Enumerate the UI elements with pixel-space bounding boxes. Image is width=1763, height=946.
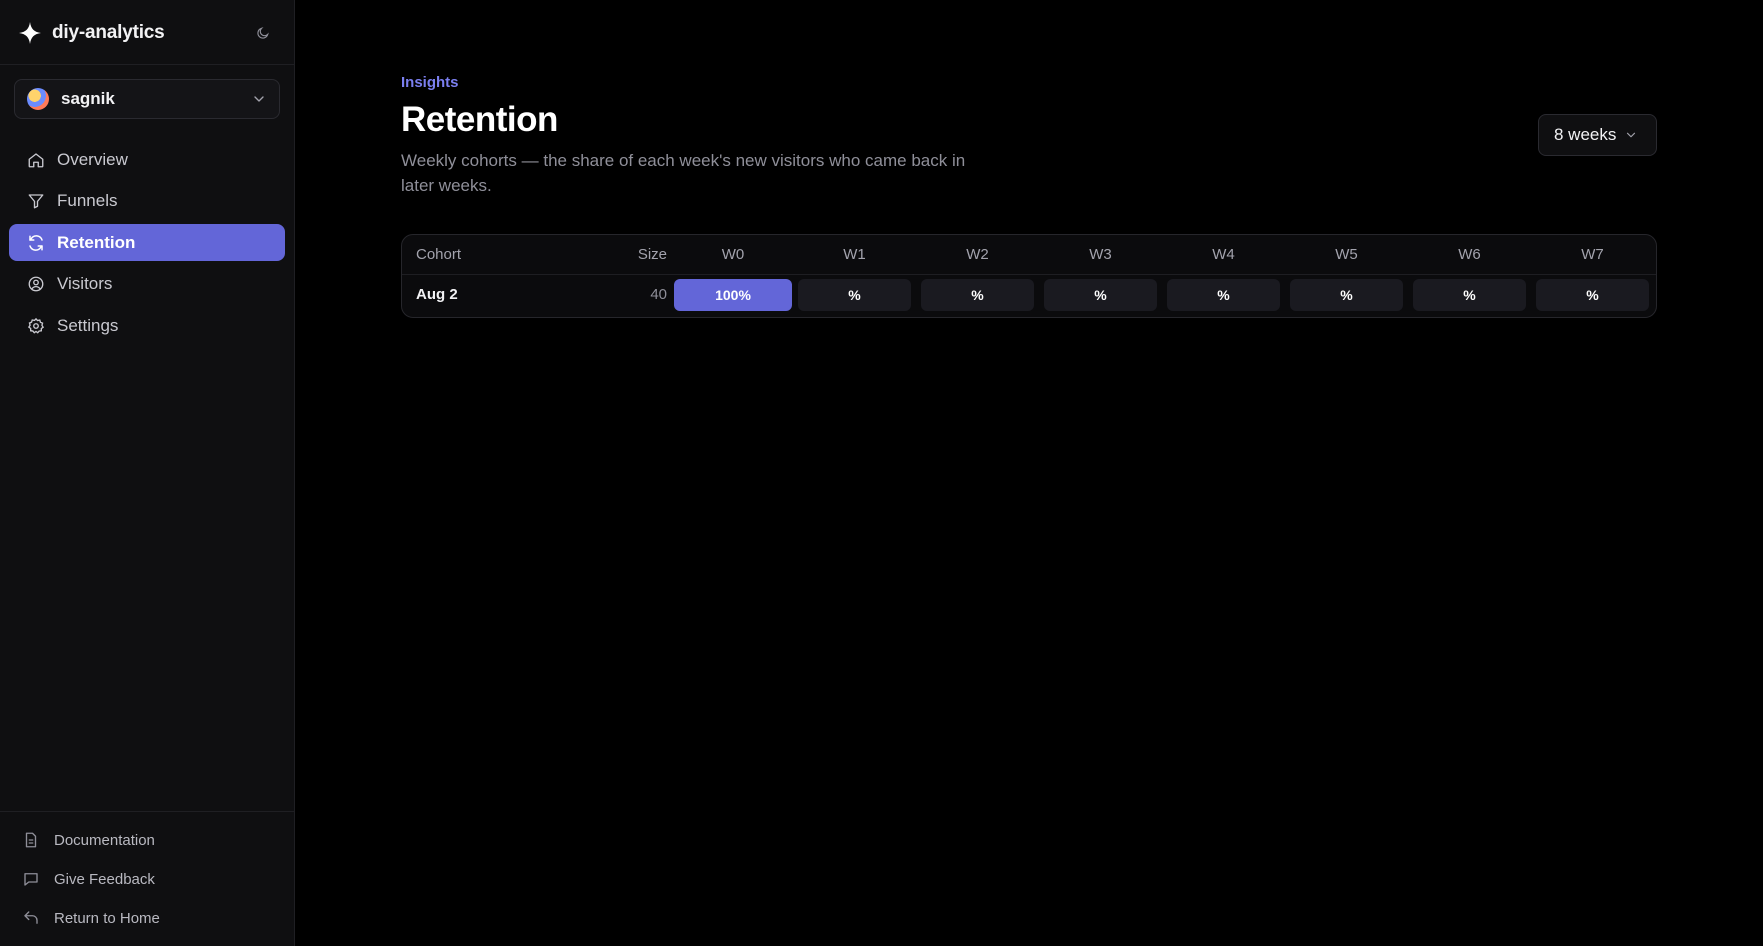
cohort-label: Aug 2: [416, 286, 458, 303]
message-square-icon: [24, 873, 38, 886]
home-icon: [28, 152, 44, 167]
cohort-size: 40: [650, 286, 667, 303]
give-feedback-label: Give Feedback: [54, 870, 155, 888]
sidebar-nav: Overview Funnels Retention Visitors Sett…: [9, 141, 285, 349]
sidebar-item-label: Visitors: [57, 274, 113, 293]
return-home-label: Return to Home: [54, 909, 160, 927]
theme-toggle-button[interactable]: [254, 24, 272, 42]
header-week-5: W5: [1335, 246, 1358, 263]
undo-arrow-icon: [24, 911, 38, 924]
give-feedback-link[interactable]: Give Feedback: [22, 868, 282, 890]
user-circle-icon: [28, 276, 44, 292]
header-week-0: W0: [721, 246, 745, 263]
app-name: diy-analytics: [52, 22, 165, 43]
retention-cell-w1[interactable]: %: [798, 279, 911, 311]
chevron-down-icon: [254, 96, 264, 102]
sidebar-item-visitors[interactable]: Visitors: [9, 266, 285, 303]
filter-icon: [28, 194, 44, 209]
page-description: Weekly cohorts — the share of each week'…: [401, 151, 966, 195]
retention-cell-w4[interactable]: %: [1167, 279, 1280, 311]
header-size: Size: [637, 246, 667, 263]
sidebar-item-funnels[interactable]: Funnels: [9, 183, 285, 220]
retention-cell-w3[interactable]: %: [1044, 279, 1157, 311]
sidebar-item-overview[interactable]: Overview: [9, 141, 285, 178]
sidebar: diy-analytics sagnik Overview Funnels Re…: [0, 0, 295, 946]
brand[interactable]: diy-analytics: [18, 20, 165, 46]
refresh-icon: [29, 234, 43, 251]
date-range-select[interactable]: 8 weeks: [1538, 114, 1657, 156]
sparkle-logo-icon: [19, 22, 41, 44]
breadcrumb[interactable]: Insights: [401, 74, 459, 91]
workspace-name: sagnik: [61, 89, 115, 108]
sidebar-divider-bottom: [0, 811, 295, 812]
date-range-value: 8 weeks: [1554, 125, 1617, 144]
sidebar-item-settings[interactable]: Settings: [9, 307, 285, 344]
header-week-4: W4: [1212, 246, 1235, 263]
return-home-link[interactable]: Return to Home: [22, 907, 282, 929]
retention-cell-w7[interactable]: %: [1536, 279, 1649, 311]
workspace-switcher[interactable]: sagnik: [14, 79, 280, 119]
header-week-6: W6: [1458, 246, 1481, 263]
sidebar-divider-top: [0, 64, 295, 65]
sidebar-item-label: Retention: [57, 232, 136, 252]
header-week-3: W3: [1089, 246, 1112, 263]
page-title: Retention: [401, 100, 558, 139]
retention-cell-w2[interactable]: %: [921, 279, 1034, 311]
sidebar-item-label: Overview: [57, 149, 128, 169]
retention-cell-w6[interactable]: %: [1413, 279, 1526, 311]
sidebar-item-retention[interactable]: Retention: [9, 224, 285, 261]
header-week-7: W7: [1581, 246, 1604, 263]
retention-cell-w5[interactable]: %: [1290, 279, 1403, 311]
chevron-down-icon: [1627, 132, 1636, 138]
avatar: [27, 88, 49, 110]
moon-icon: [257, 27, 269, 39]
document-icon: [25, 832, 37, 848]
documentation-link[interactable]: Documentation: [22, 829, 282, 851]
header-week-1: W1: [843, 246, 866, 263]
header-cohort: Cohort: [416, 246, 462, 263]
retention-table: Cohort Size W0 W1 W2 W3 W4 W5 W6 W7 Aug …: [401, 234, 1657, 318]
documentation-label: Documentation: [54, 831, 155, 849]
sidebar-item-label: Settings: [57, 315, 119, 335]
gear-icon: [27, 317, 45, 334]
retention-cell-w0[interactable]: 100%: [674, 279, 792, 311]
sidebar-item-label: Funnels: [57, 191, 118, 210]
table-header: Cohort Size W0 W1 W2 W3 W4 W5 W6 W7: [402, 235, 1656, 275]
header-week-2: W2: [966, 246, 989, 263]
